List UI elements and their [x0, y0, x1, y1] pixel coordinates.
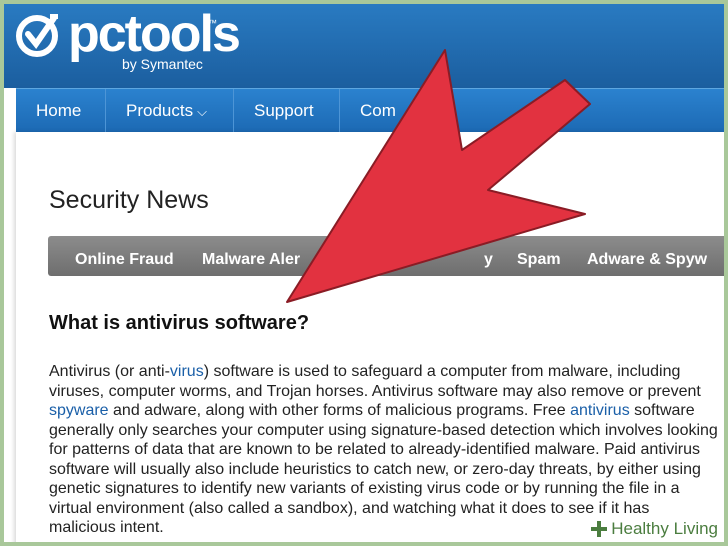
- nav-item-label: Products: [126, 101, 194, 120]
- article-text: Antivirus (or anti-: [49, 363, 170, 380]
- logo-checkmark-icon: [16, 14, 58, 57]
- watermark-label: Healthy Living: [611, 519, 718, 538]
- nav-item-label: Com: [360, 101, 396, 120]
- nav-item-label: Support: [254, 101, 314, 120]
- article-title: What is antivirus software?: [49, 312, 310, 334]
- logo-byline: by Symantec: [122, 56, 203, 72]
- nav-item-label: Home: [36, 101, 82, 120]
- site-header: pctools ™ by Symantec: [0, 0, 728, 88]
- news-category-tabs: Online Fraud Malware Aler y Spam Adware …: [48, 236, 728, 276]
- page-title: Security News: [49, 186, 209, 214]
- article-link[interactable]: spyware: [49, 402, 109, 419]
- chevron-down-icon: ⌵: [197, 104, 207, 119]
- article-text: and adware, along with other forms of ma…: [108, 402, 571, 419]
- tab-adware-spyware[interactable]: Adware & Spyw: [587, 236, 707, 276]
- logo-wordmark[interactable]: pctools: [68, 4, 241, 64]
- nav-item-support[interactable]: Support: [234, 89, 340, 133]
- tab-partial[interactable]: y: [484, 236, 493, 276]
- nav-item-products[interactable]: Products ⌵: [106, 89, 234, 133]
- article-link[interactable]: antivirus: [570, 402, 630, 419]
- screenshot-frame: pctools ™ by Symantec Home Products ⌵ Sup…: [0, 0, 728, 546]
- nav-item-community[interactable]: Com: [340, 89, 460, 133]
- article-body: Antivirus (or anti-virus) software is us…: [49, 362, 719, 538]
- tab-spam[interactable]: Spam: [517, 236, 561, 276]
- nav-item-home[interactable]: Home: [16, 89, 106, 133]
- tab-malware-alerts[interactable]: Malware Aler: [202, 236, 300, 276]
- medical-cross-icon: [591, 521, 608, 537]
- logo-trademark: ™: [208, 18, 217, 28]
- healthy-living-watermark: Healthy Living: [585, 516, 724, 542]
- main-nav: Home Products ⌵ Support Com: [16, 88, 728, 133]
- article-link[interactable]: virus: [170, 363, 204, 380]
- tab-online-fraud[interactable]: Online Fraud: [75, 236, 174, 276]
